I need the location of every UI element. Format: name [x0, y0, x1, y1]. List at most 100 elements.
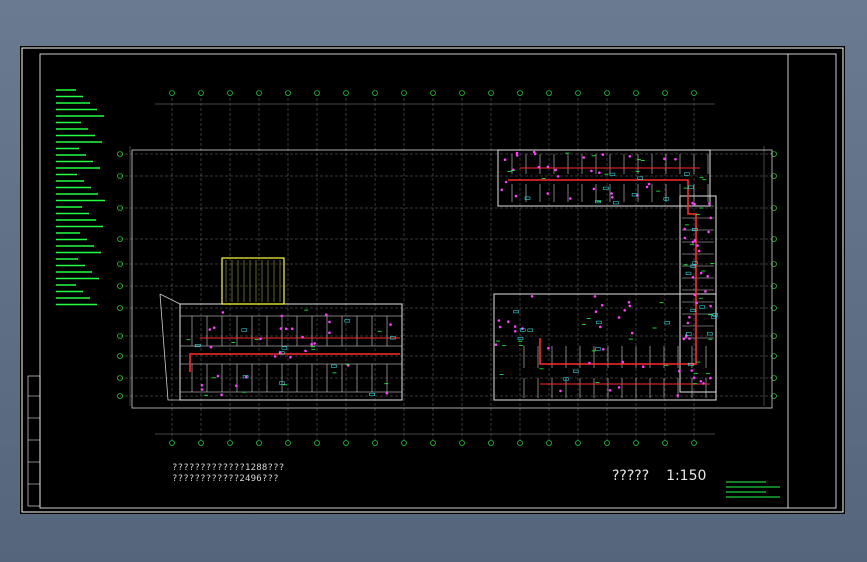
- sprinkler-head: [598, 171, 601, 174]
- equipment-tag: [194, 344, 201, 348]
- sprinkler-head: [699, 380, 703, 383]
- grid-bubble-bottom: [343, 440, 349, 446]
- equipment-tag: [517, 337, 524, 341]
- sprinkler-head: [699, 271, 703, 275]
- grid-bubble-bottom: [691, 440, 697, 446]
- sprinkler-head: [617, 386, 621, 389]
- sprinkler-head: [514, 330, 517, 333]
- sprinkler-head: [696, 244, 699, 247]
- grid-bubble-top: [546, 90, 552, 96]
- sprinkler-head: [630, 331, 634, 335]
- sprinkler-head: [515, 151, 519, 155]
- inner-border: [39, 53, 837, 509]
- equipment-tag: [596, 320, 602, 324]
- sprinkler-head: [599, 325, 602, 329]
- sprinkler-head: [546, 192, 550, 195]
- grid-bubble-top: [343, 90, 349, 96]
- scale-label: ????? 1:150: [612, 468, 706, 484]
- sprinkler-head: [628, 304, 632, 308]
- sprinkler-head: [385, 392, 389, 395]
- sprinkler-head: [600, 304, 604, 307]
- grid-bubble-bottom: [604, 440, 610, 446]
- sprinkler-head: [513, 325, 517, 328]
- sprinkler-head: [507, 320, 510, 324]
- sprinkler-head: [611, 196, 614, 199]
- left-wing-outline: [179, 303, 403, 401]
- sprinkler-head: [208, 328, 212, 331]
- entry-outline: [159, 293, 181, 401]
- sprinkler-head: [546, 165, 550, 169]
- equipment-tag: [331, 364, 337, 368]
- grid-bubble-top: [401, 90, 407, 96]
- sprinkler-head: [621, 360, 624, 364]
- sprinkler-head: [663, 157, 666, 161]
- grid-bubble-bottom: [285, 440, 291, 446]
- grid-bubble-bottom: [227, 440, 233, 446]
- grid-bubble-bottom: [169, 440, 175, 446]
- sprinkler-head: [200, 384, 204, 387]
- sprinkler-head: [244, 375, 248, 379]
- grid-bubble-top: [517, 90, 523, 96]
- sprinkler-head: [554, 168, 557, 172]
- sprinkler-head: [530, 295, 534, 298]
- equipment-tag: [609, 172, 616, 176]
- grid-bubble-top: [575, 90, 581, 96]
- grid-bubble-top: [633, 90, 639, 96]
- sprinkler-head: [310, 342, 314, 346]
- sprinkler-head: [389, 323, 392, 326]
- sprinkler-head: [556, 175, 560, 178]
- sprinkler-head: [686, 321, 690, 325]
- sprinkler-head: [273, 355, 277, 358]
- sprinkler-head: [709, 216, 713, 220]
- sprinkler-head: [547, 346, 550, 350]
- equipment-tag: [637, 176, 643, 180]
- equipment-tag: [344, 319, 351, 323]
- sprinkler-head: [707, 230, 710, 234]
- sprinkler-head: [588, 361, 591, 365]
- grid-bubble-top: [285, 90, 291, 96]
- sprinkler-head: [500, 188, 504, 192]
- floor-plan-drawing: [21, 47, 844, 513]
- sprinkler-head: [693, 293, 697, 297]
- grid-bubble-bottom: [517, 440, 523, 446]
- grid-bubble-bottom: [314, 440, 320, 446]
- sprinkler-head: [515, 154, 519, 157]
- sprinkler-head: [212, 326, 216, 330]
- sprinkler-head: [690, 369, 694, 372]
- grid-bubble-bottom: [430, 440, 436, 446]
- sprinkler-head: [691, 276, 695, 279]
- equipment-tag: [690, 308, 697, 312]
- sprinkler-head: [289, 356, 292, 359]
- sprinkler-head: [537, 165, 541, 169]
- sprinkler-head: [676, 394, 680, 397]
- scale-title: ?????: [612, 468, 650, 484]
- sprinkler-head: [697, 249, 701, 253]
- sprinkler-head: [532, 150, 536, 154]
- sprinkler-head: [627, 301, 631, 304]
- sprinkler-head: [503, 158, 507, 161]
- sprinkler-head: [498, 325, 502, 329]
- sprinkler-head: [582, 156, 586, 159]
- main-pipe-left: [189, 353, 400, 372]
- grid-bubble-top: [662, 90, 668, 96]
- drawing-note-1: ?????????????1288???: [172, 463, 285, 473]
- sprinkler-head: [608, 389, 612, 392]
- sprinkler-head: [590, 169, 593, 173]
- sprinkler-head: [695, 301, 698, 305]
- sprinkler-head: [682, 337, 686, 341]
- sprinkler-head: [688, 316, 691, 319]
- sprinkler-head: [594, 310, 598, 314]
- equipment-tag: [513, 310, 519, 314]
- equipment-tag: [241, 328, 248, 332]
- grid-bubble-top: [459, 90, 465, 96]
- equipment-tag: [369, 392, 375, 396]
- equipment-tag: [664, 321, 671, 325]
- grid-bubble-top: [430, 90, 436, 96]
- sprinkler-head: [674, 158, 677, 161]
- sprinkler-head: [704, 290, 707, 293]
- sprinkler-head: [290, 327, 294, 331]
- grid-bubble-bottom: [372, 440, 378, 446]
- sprinkler-head: [647, 182, 651, 186]
- sprinkler-head: [628, 155, 632, 158]
- cad-viewport[interactable]: ?????????????1288??? ????????????2496???…: [20, 46, 845, 514]
